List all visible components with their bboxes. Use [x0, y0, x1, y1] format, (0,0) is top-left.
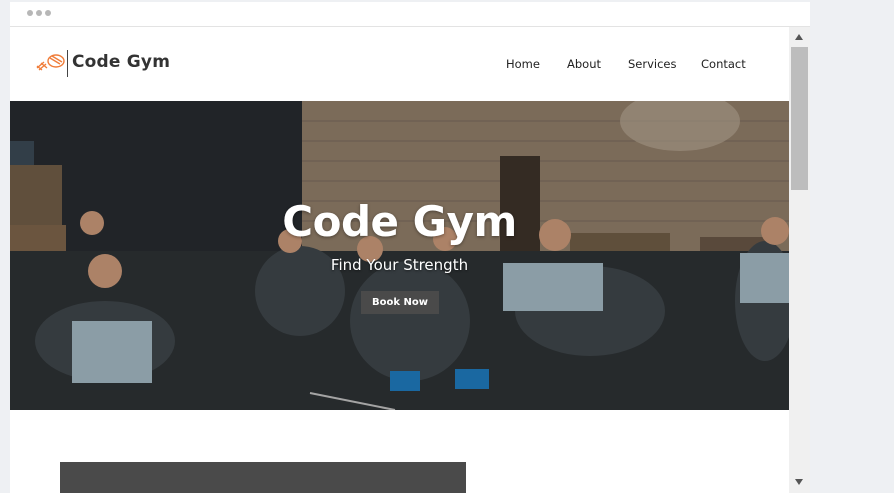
window-chrome [10, 2, 810, 27]
dumbbell-logo-icon[interactable] [34, 52, 66, 74]
logo-divider [67, 50, 68, 77]
hero-banner: Code Gym Find Your Strength Book Now [10, 101, 789, 410]
book-now-button[interactable]: Book Now [361, 291, 439, 314]
page-viewport: Code Gym Home About Services Contact Cod… [10, 27, 789, 493]
nav-about-link[interactable]: About [567, 57, 601, 71]
scroll-down-arrow-icon[interactable] [795, 479, 803, 485]
content-placeholder-block [60, 462, 466, 493]
site-header: Code Gym Home About Services Contact [10, 27, 789, 101]
window-dot-icon [27, 10, 33, 16]
nav-services-link[interactable]: Services [628, 57, 677, 71]
window-dot-icon [36, 10, 42, 16]
hero-title: Code Gym [282, 197, 517, 246]
hero-subtitle: Find Your Strength [330, 256, 469, 274]
scrollbar-thumb[interactable] [791, 47, 808, 190]
scroll-up-arrow-icon[interactable] [795, 34, 803, 40]
nav-home-link[interactable]: Home [506, 57, 540, 71]
window-dot-icon [45, 10, 51, 16]
nav-contact-link[interactable]: Contact [701, 57, 746, 71]
brand-name[interactable]: Code Gym [72, 52, 170, 72]
vertical-scrollbar[interactable] [789, 27, 810, 493]
browser-window: Code Gym Home About Services Contact Cod… [10, 2, 810, 493]
